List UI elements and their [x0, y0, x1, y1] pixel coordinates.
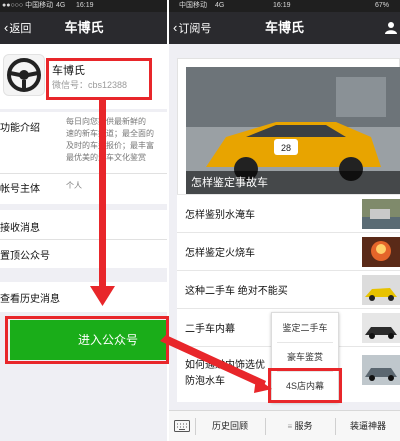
account-subject-value: 个人 [66, 181, 82, 190]
keyboard-icon[interactable] [174, 420, 190, 432]
featured-article-title: 怎样鉴定事故车 [186, 171, 400, 195]
receive-messages-label: 接收消息 [0, 223, 40, 234]
tab-service[interactable]: ≡ 服务 [266, 411, 334, 441]
receive-messages-row[interactable]: 接收消息 [0, 212, 168, 239]
intro-section: 功能介绍 每日向您提供最新鲜的 速的新车报道；最全面的 及时的车型报价；最丰富 … [0, 112, 168, 204]
divider [0, 173, 168, 174]
time-label: 16:19 [273, 2, 291, 9]
avatar [3, 54, 45, 96]
article-thumbnail [362, 275, 400, 305]
tab-history[interactable]: 历史回顾 [196, 411, 264, 441]
tab-gadgets[interactable]: 装逼神器 [336, 411, 400, 441]
intro-label: 功能介绍 [0, 123, 40, 134]
crash-test-image: 28 怎样鉴定事故车 [186, 67, 400, 195]
annotation-box-4s-insider [268, 368, 342, 403]
article-thumbnail [362, 355, 400, 385]
article-title: 这种二手车 绝对不能买 [185, 286, 288, 297]
carrier-label: ●●○○○ 中国移动 [2, 2, 54, 9]
settings-section: 接收消息 置顶公众号 [0, 210, 168, 268]
carrier-label: 中国移动 [179, 2, 207, 9]
account-subject-label: 帐号主体 [0, 184, 40, 195]
steering-wheel-icon [7, 58, 41, 92]
article-title: 怎样鉴定火烧车 [185, 248, 255, 259]
article-thumbnail [362, 199, 400, 229]
article-thumbnail [362, 237, 400, 267]
svg-text:28: 28 [281, 143, 291, 153]
person-icon[interactable] [384, 21, 398, 35]
article-title: 怎样鉴别水淹车 [185, 210, 255, 221]
menu-item-luxury[interactable]: 豪车鉴赏 [272, 344, 338, 370]
history-label: 查看历史消息 [0, 294, 60, 305]
intro-text: 每日向您提供最新鲜的 速的新车报道；最全面的 及时的车型报价；最丰富 最优美的汽… [66, 117, 154, 162]
featured-article[interactable]: 28 怎样鉴定事故车 [177, 58, 400, 198]
network-label: 4G [215, 2, 225, 9]
article-item[interactable]: 怎样鉴定火烧车 [177, 232, 400, 270]
menu-item-appraise[interactable]: 鉴定二手车 [272, 315, 338, 341]
nav-bar: ‹返回 车博氏 [0, 12, 168, 44]
battery-label: 67% [375, 2, 390, 9]
menu-divider [277, 342, 333, 343]
nav-bar: ‹订阅号 车博氏 [169, 12, 400, 44]
page-title: 车博氏 [64, 20, 104, 35]
page-title: 车博氏 [264, 20, 304, 35]
article-thumbnail [362, 313, 400, 343]
status-bar: ●●○○○ 中国移动 4G 16:19 [0, 0, 168, 12]
network-label: 4G [56, 2, 66, 9]
article-item[interactable]: 怎样鉴别水淹车 [177, 194, 400, 232]
article-title-line2: 防泡水车 [185, 376, 225, 387]
pin-account-label: 置顶公众号 [0, 251, 50, 262]
annotation-box-enter-button [5, 316, 169, 364]
pin-account-row[interactable]: 置顶公众号 [0, 240, 168, 267]
history-row[interactable]: 查看历史消息 [0, 282, 168, 312]
bottom-menu-bar: 历史回顾 ≡ 服务 装逼神器 [169, 410, 400, 441]
time-label: 16:19 [76, 2, 94, 9]
annotation-box-wechat-id [46, 58, 152, 100]
article-title: 二手车内幕 [185, 324, 235, 335]
article-item[interactable]: 这种二手车 绝对不能买 [177, 270, 400, 308]
status-bar: 中国移动 4G 16:19 67% [169, 0, 400, 12]
